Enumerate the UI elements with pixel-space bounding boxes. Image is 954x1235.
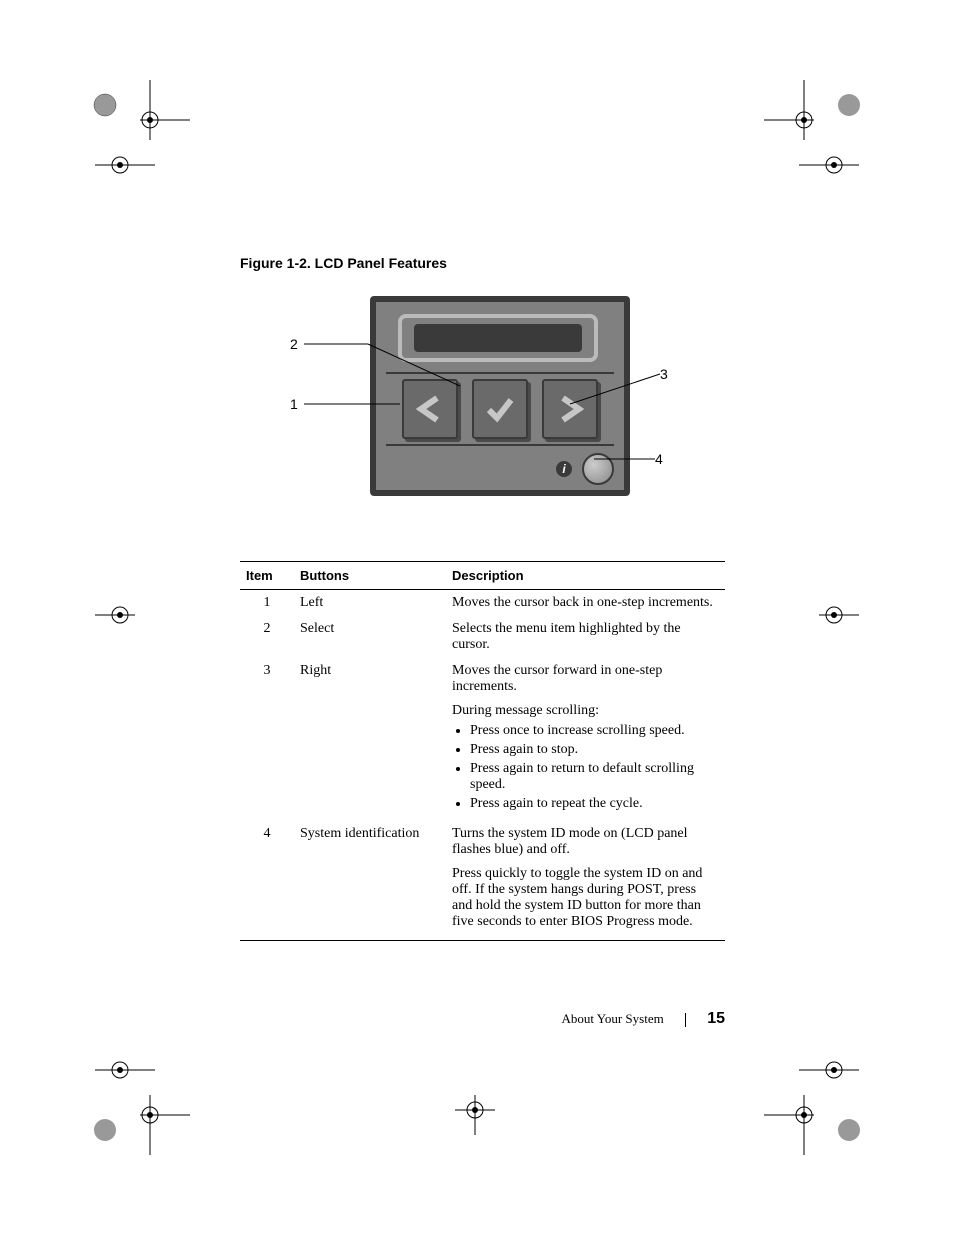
table-row: 1LeftMoves the cursor back in one-step i… <box>240 590 725 617</box>
crop-mark-icon <box>754 1095 814 1155</box>
cell-description: Selects the menu item highlighted by the… <box>446 616 725 658</box>
cell-item: 1 <box>240 590 294 617</box>
crop-mark-icon <box>140 1095 200 1155</box>
table-row: 4System identificationTurns the system I… <box>240 821 725 941</box>
callout-lines <box>240 296 725 506</box>
crop-mark-icon <box>95 150 155 180</box>
crop-mark-icon <box>95 1055 155 1085</box>
th-desc: Description <box>446 562 725 590</box>
crop-mark-icon <box>90 90 120 120</box>
cell-button: Select <box>294 616 446 658</box>
cell-button: Right <box>294 658 446 821</box>
callout-4: 4 <box>655 451 663 467</box>
list-item: Press again to repeat the cycle. <box>470 796 719 812</box>
cell-button: Left <box>294 590 446 617</box>
table-row: 3RightMoves the cursor forward in one-st… <box>240 658 725 821</box>
cell-button: System identification <box>294 821 446 941</box>
callout-1: 1 <box>290 396 298 412</box>
crop-mark-icon <box>140 80 200 140</box>
cell-description: Moves the cursor back in one-step increm… <box>446 590 725 617</box>
crop-mark-icon <box>90 1115 120 1145</box>
crop-mark-icon <box>834 1115 864 1145</box>
lcd-features-table: Item Buttons Description 1LeftMoves the … <box>240 561 725 941</box>
callout-2: 2 <box>290 336 298 352</box>
figure-lcd-panel: i 1 2 3 4 <box>240 296 725 526</box>
page-footer: About Your System 15 <box>240 1010 725 1028</box>
callout-3: 3 <box>660 366 668 382</box>
figure-caption: Figure 1-2. LCD Panel Features <box>240 255 725 271</box>
crop-mark-icon <box>819 600 859 630</box>
page-number: 15 <box>707 1010 725 1027</box>
cell-item: 4 <box>240 821 294 941</box>
table-row: 2SelectSelects the menu item highlighted… <box>240 616 725 658</box>
crop-mark-icon <box>754 80 814 140</box>
list-item: Press again to stop. <box>470 742 719 758</box>
cell-item: 2 <box>240 616 294 658</box>
th-item: Item <box>240 562 294 590</box>
crop-mark-icon <box>455 1095 495 1135</box>
crop-mark-icon <box>834 90 864 120</box>
th-buttons: Buttons <box>294 562 446 590</box>
crop-mark-icon <box>95 600 135 630</box>
footer-section: About Your System <box>561 1011 663 1026</box>
cell-description: Moves the cursor forward in one-step inc… <box>446 658 725 821</box>
crop-mark-icon <box>799 1055 859 1085</box>
list-item: Press again to return to default scrolli… <box>470 761 719 793</box>
crop-mark-icon <box>799 150 859 180</box>
list-item: Press once to increase scrolling speed. <box>470 723 719 739</box>
cell-item: 3 <box>240 658 294 821</box>
cell-description: Turns the system ID mode on (LCD panel f… <box>446 821 725 941</box>
